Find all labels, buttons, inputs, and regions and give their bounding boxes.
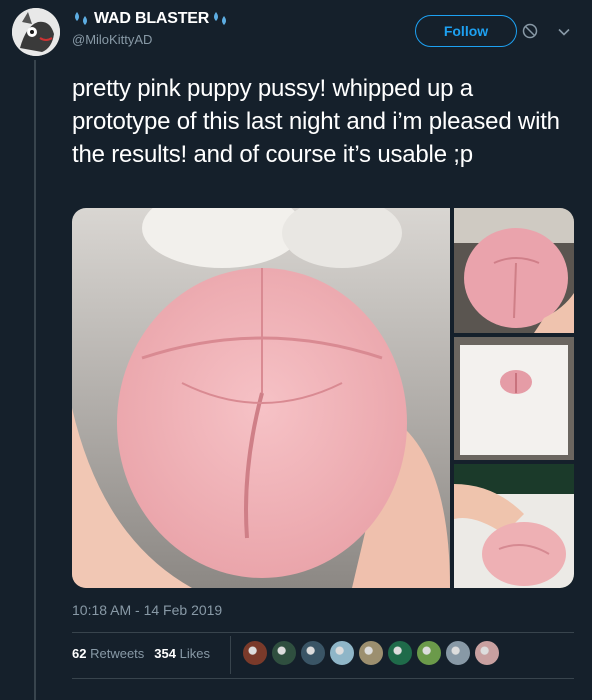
tweet-timestamp[interactable]: 10:18 AM - 14 Feb 2019 — [72, 602, 222, 618]
display-name: WAD BLASTER — [94, 10, 210, 27]
liker-avatar[interactable] — [242, 640, 268, 666]
liker-avatar[interactable] — [329, 640, 355, 666]
avatar[interactable] — [12, 8, 60, 56]
tweet-text: pretty pink puppy pussy! whipped up a pr… — [72, 75, 560, 168]
retweets-stat[interactable]: 62 Retweets — [72, 646, 144, 661]
display-name-row[interactable]: WAD BLASTER — [72, 10, 231, 28]
divider-top — [72, 632, 574, 633]
divider-bottom — [72, 678, 574, 679]
thread-line — [34, 60, 36, 700]
liker-avatar[interactable] — [416, 640, 442, 666]
follow-button[interactable]: Follow — [415, 15, 517, 47]
likes-stat[interactable]: 354 Likes — [154, 646, 210, 661]
photo-top-right[interactable] — [454, 208, 574, 333]
chevron-down-icon[interactable] — [557, 25, 571, 39]
likes-label: Likes — [179, 646, 210, 661]
liker-avatar[interactable] — [271, 640, 297, 666]
user-handle[interactable]: @MiloKittyAD — [72, 32, 152, 47]
block-icon[interactable] — [522, 23, 538, 39]
liker-avatar[interactable] — [474, 640, 500, 666]
retweets-label: Retweets — [90, 646, 145, 661]
liker-avatar[interactable] — [387, 640, 413, 666]
liker-avatar[interactable] — [300, 640, 326, 666]
liker-avatars — [242, 640, 503, 666]
media-grid — [72, 208, 574, 588]
retweets-count: 62 — [72, 646, 87, 661]
likes-count: 354 — [154, 646, 176, 661]
water-drops-icon — [75, 12, 87, 25]
liker-avatar[interactable] — [358, 640, 384, 666]
water-drops-icon — [214, 12, 227, 25]
photo-middle-right[interactable] — [454, 337, 574, 460]
liker-avatar[interactable] — [445, 640, 471, 666]
photo-bottom-right[interactable] — [454, 464, 574, 588]
stats-separator — [230, 636, 231, 674]
tweet-stats: 62 Retweets 354 Likes — [72, 646, 210, 661]
photo-main[interactable] — [72, 208, 450, 588]
